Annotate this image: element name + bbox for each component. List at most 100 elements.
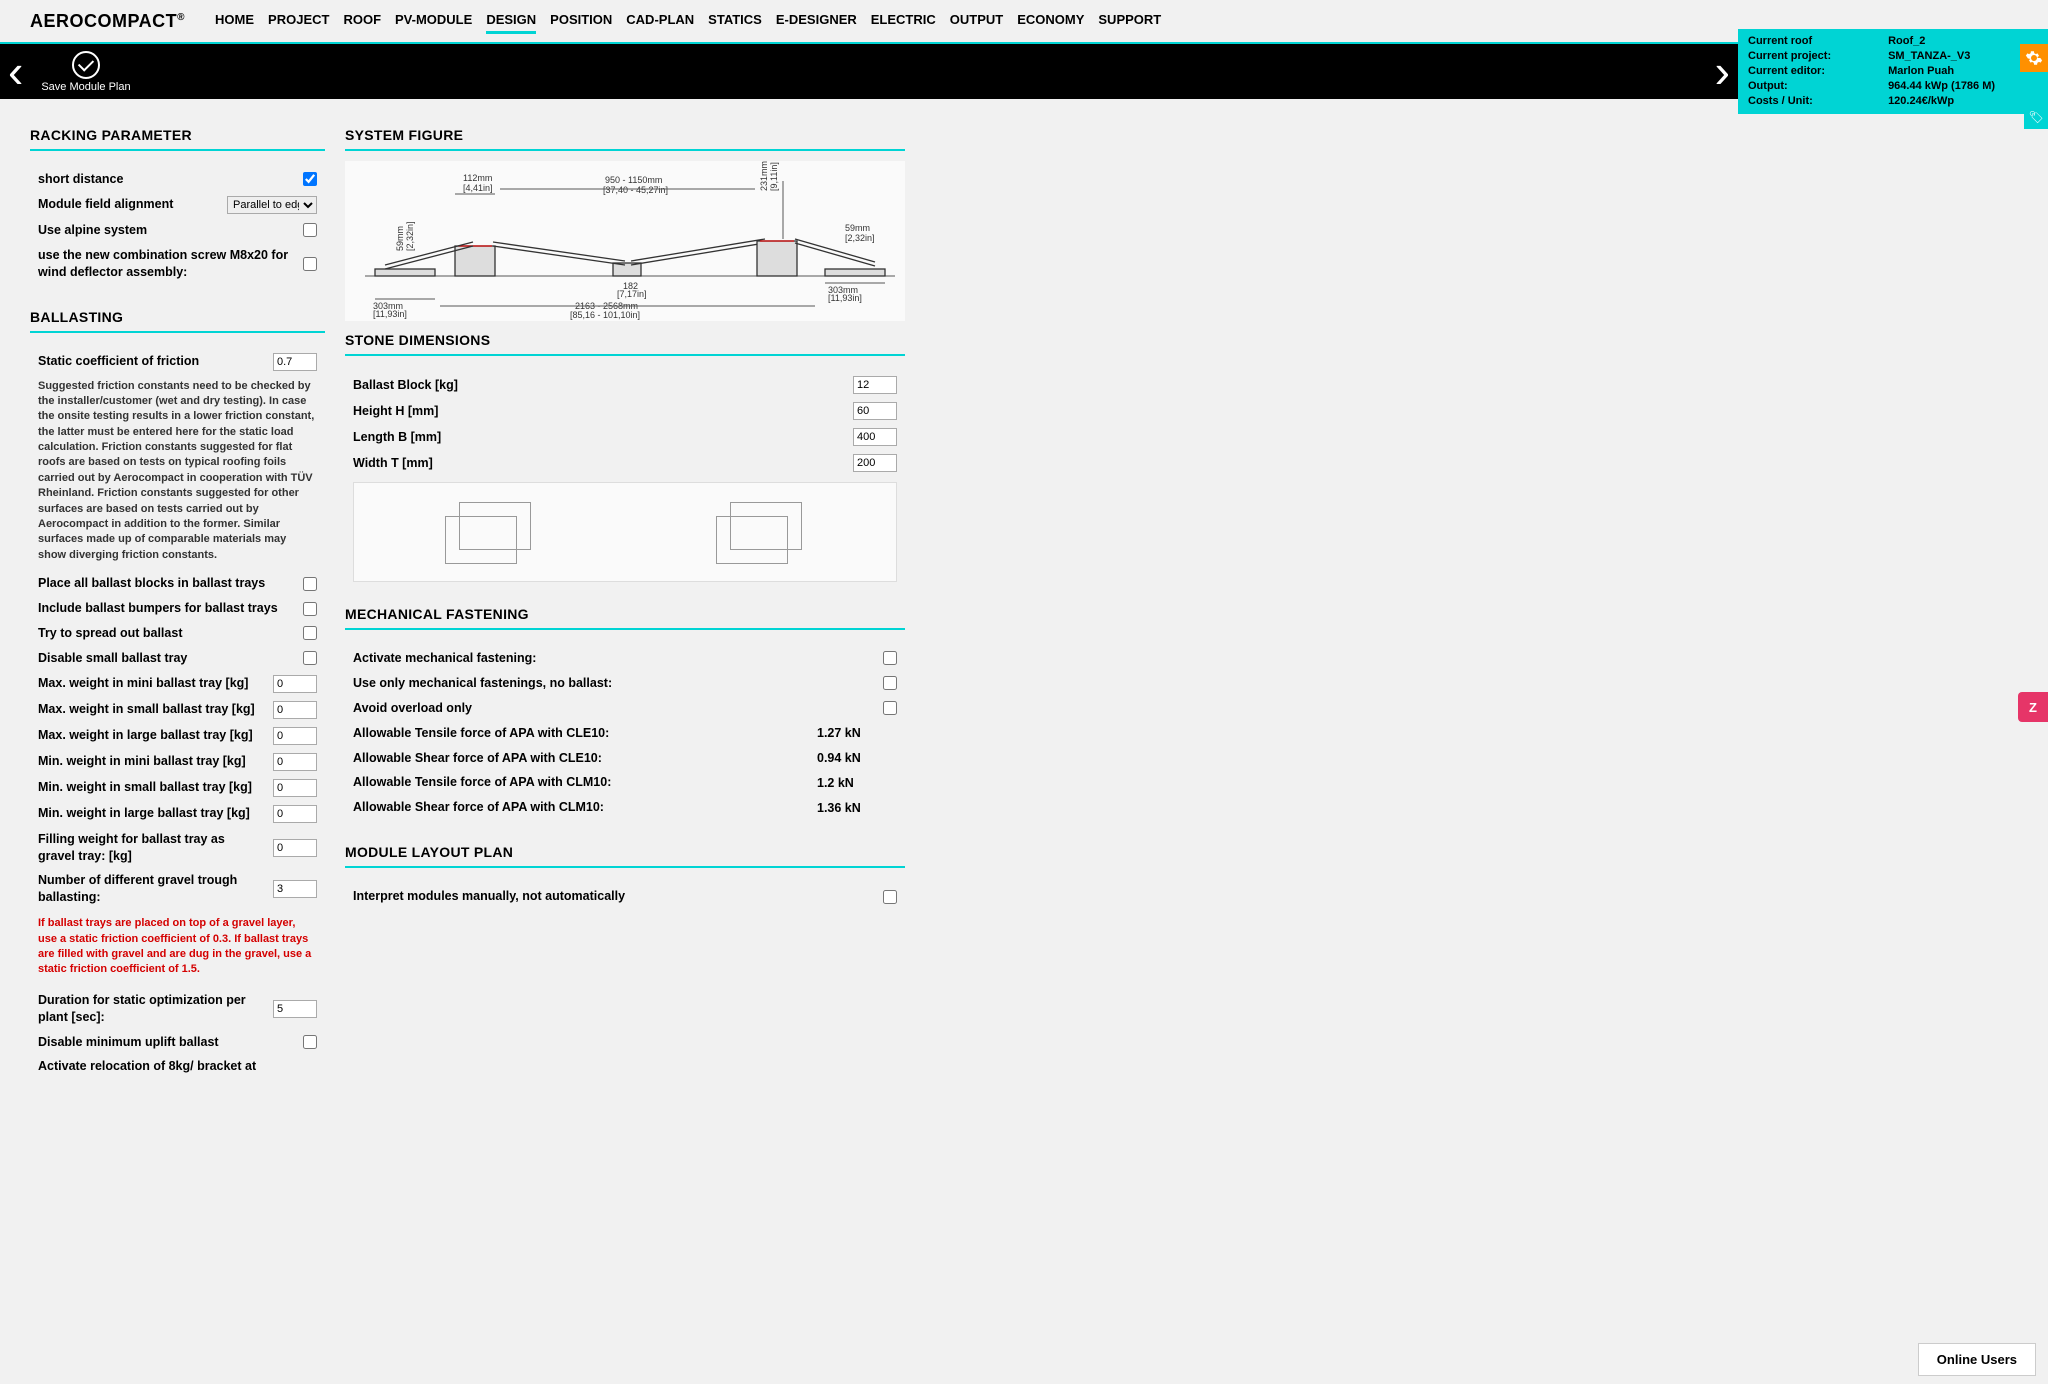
svg-text:231mm: 231mm (759, 161, 769, 191)
nav-statics[interactable]: STATICS (708, 8, 762, 34)
trough-input[interactable] (273, 880, 317, 898)
mech-avoid-label: Avoid overload only (353, 700, 875, 717)
mech-activate-checkbox[interactable] (883, 651, 897, 665)
max-large-input[interactable] (273, 727, 317, 745)
info-project-label: Current project: (1748, 49, 1874, 64)
info-output-label: Output: (1748, 79, 1874, 94)
nav-cad-plan[interactable]: CAD-PLAN (626, 8, 694, 34)
tensile-clm10-label: Allowable Tensile force of APA with CLM1… (353, 774, 809, 791)
disable-small-checkbox[interactable] (303, 651, 317, 665)
short-distance-label: short distance (38, 171, 295, 188)
interpret-label: Interpret modules manually, not automati… (353, 888, 875, 905)
min-small-input[interactable] (273, 779, 317, 797)
min-mini-input[interactable] (273, 753, 317, 771)
svg-text:[9,11in]: [9,11in] (769, 162, 779, 191)
nav-design[interactable]: DESIGN (486, 8, 536, 34)
cube-icon (445, 502, 535, 562)
place-trays-checkbox[interactable] (303, 577, 317, 591)
filling-label: Filling weight for ballast tray as grave… (38, 831, 265, 865)
main-content: RACKING PARAMETER short distance Module … (0, 99, 2048, 1115)
ballast-block-input[interactable] (853, 376, 897, 394)
tensile-cle10-label: Allowable Tensile force of APA with CLE1… (353, 725, 809, 742)
nav-home[interactable]: HOME (215, 8, 254, 34)
info-roof-value: Roof_2 (1888, 34, 2038, 49)
tag-icon[interactable]: 🏷 (2024, 105, 2048, 129)
stone-length-label: Length B [mm] (353, 429, 845, 446)
max-small-input[interactable] (273, 701, 317, 719)
action-bar: ‹ Save Module Plan › Current roof Roof_2… (0, 44, 2048, 99)
mech-title: MECHANICAL FASTENING (345, 606, 905, 630)
min-mini-label: Min. weight in mini ballast tray [kg] (38, 753, 265, 770)
svg-text:950 - 1150mm: 950 - 1150mm (605, 175, 662, 185)
alignment-select[interactable]: Parallel to edge (227, 196, 317, 214)
mech-avoid-checkbox[interactable] (883, 701, 897, 715)
min-small-label: Min. weight in small ballast tray [kg] (38, 779, 265, 796)
settings-gear-icon[interactable] (2020, 44, 2048, 72)
nav-output[interactable]: OUTPUT (950, 8, 1003, 34)
info-roof-label: Current roof (1748, 34, 1874, 49)
svg-text:[37,40 - 45,27in]: [37,40 - 45,27in] (603, 185, 668, 195)
info-output-value: 964.44 kWp (1786 M) (1888, 79, 2038, 94)
prev-arrow[interactable]: ‹ (0, 44, 31, 99)
save-module-plan-button[interactable]: Save Module Plan (31, 51, 140, 93)
tensile-clm10-value: 1.2 kN (817, 776, 897, 790)
svg-text:[85,16 - 101,10in]: [85,16 - 101,10in] (570, 310, 640, 320)
disable-uplift-checkbox[interactable] (303, 1035, 317, 1049)
ballasting-title: BALLASTING (30, 309, 325, 333)
info-project-value: SM_TANZA-_V3 (1888, 49, 2038, 64)
combo-screw-checkbox[interactable] (303, 257, 317, 271)
stone-width-input[interactable] (853, 454, 897, 472)
svg-text:59mm: 59mm (845, 223, 870, 233)
filling-input[interactable] (273, 839, 317, 857)
check-icon (72, 51, 100, 79)
stone-height-input[interactable] (853, 402, 897, 420)
layout-title: MODULE LAYOUT PLAN (345, 844, 905, 868)
short-distance-checkbox[interactable] (303, 172, 317, 186)
max-large-label: Max. weight in large ballast tray [kg] (38, 727, 265, 744)
alignment-label: Module field alignment (38, 196, 219, 213)
min-large-input[interactable] (273, 805, 317, 823)
mech-only-checkbox[interactable] (883, 676, 897, 690)
system-figure: 112mm [4,41in] 950 - 1150mm [37,40 - 45,… (345, 161, 905, 324)
include-bumpers-checkbox[interactable] (303, 602, 317, 616)
nav-electric[interactable]: ELECTRIC (871, 8, 936, 34)
max-mini-label: Max. weight in mini ballast tray [kg] (38, 675, 265, 692)
friction-label: Static coefficient of friction (38, 353, 265, 370)
nav-project[interactable]: PROJECT (268, 8, 329, 34)
info-cost-value: 120.24€/kWp (1888, 94, 2038, 109)
duration-label: Duration for static optimization per pla… (38, 992, 265, 1026)
next-arrow[interactable]: › (1707, 44, 1738, 99)
alpine-checkbox[interactable] (303, 223, 317, 237)
svg-text:112mm: 112mm (463, 173, 492, 183)
friction-input[interactable] (273, 353, 317, 371)
alpine-label: Use alpine system (38, 222, 295, 239)
online-users-button[interactable]: Online Users (1918, 1343, 2036, 1376)
mech-only-label: Use only mechanical fastenings, no balla… (353, 675, 875, 692)
nav-position[interactable]: POSITION (550, 8, 612, 34)
interpret-checkbox[interactable] (883, 890, 897, 904)
svg-text:[7,17in]: [7,17in] (617, 289, 647, 299)
system-figure-title: SYSTEM FIGURE (345, 127, 905, 151)
stone-length-input[interactable] (853, 428, 897, 446)
duration-input[interactable] (273, 1000, 317, 1018)
nav-e-designer[interactable]: E-DESIGNER (776, 8, 857, 34)
cube-icon (716, 502, 806, 562)
nav-pv-module[interactable]: PV-MODULE (395, 8, 472, 34)
nav-roof[interactable]: ROOF (343, 8, 381, 34)
info-cost-label: Costs / Unit: (1748, 94, 1874, 109)
stone-figure (353, 482, 897, 582)
spread-checkbox[interactable] (303, 626, 317, 640)
nav-economy[interactable]: ECONOMY (1017, 8, 1084, 34)
svg-text:[2,32in]: [2,32in] (405, 221, 415, 251)
svg-text:59mm: 59mm (395, 226, 405, 251)
shear-clm10-label: Allowable Shear force of APA with CLM10: (353, 799, 809, 816)
project-info-panel: Current roof Roof_2 Current project: SM_… (1738, 29, 2048, 113)
gravel-warning: If ballast trays are placed on top of a … (38, 910, 317, 988)
z-icon[interactable]: Z (2018, 692, 2048, 722)
max-mini-input[interactable] (273, 675, 317, 693)
max-small-label: Max. weight in small ballast tray [kg] (38, 701, 265, 718)
relocation-label: Activate relocation of 8kg/ bracket at (38, 1058, 317, 1075)
combo-screw-label: use the new combination screw M8x20 for … (38, 247, 295, 281)
nav-support[interactable]: SUPPORT (1098, 8, 1161, 34)
stone-width-label: Width T [mm] (353, 455, 845, 472)
